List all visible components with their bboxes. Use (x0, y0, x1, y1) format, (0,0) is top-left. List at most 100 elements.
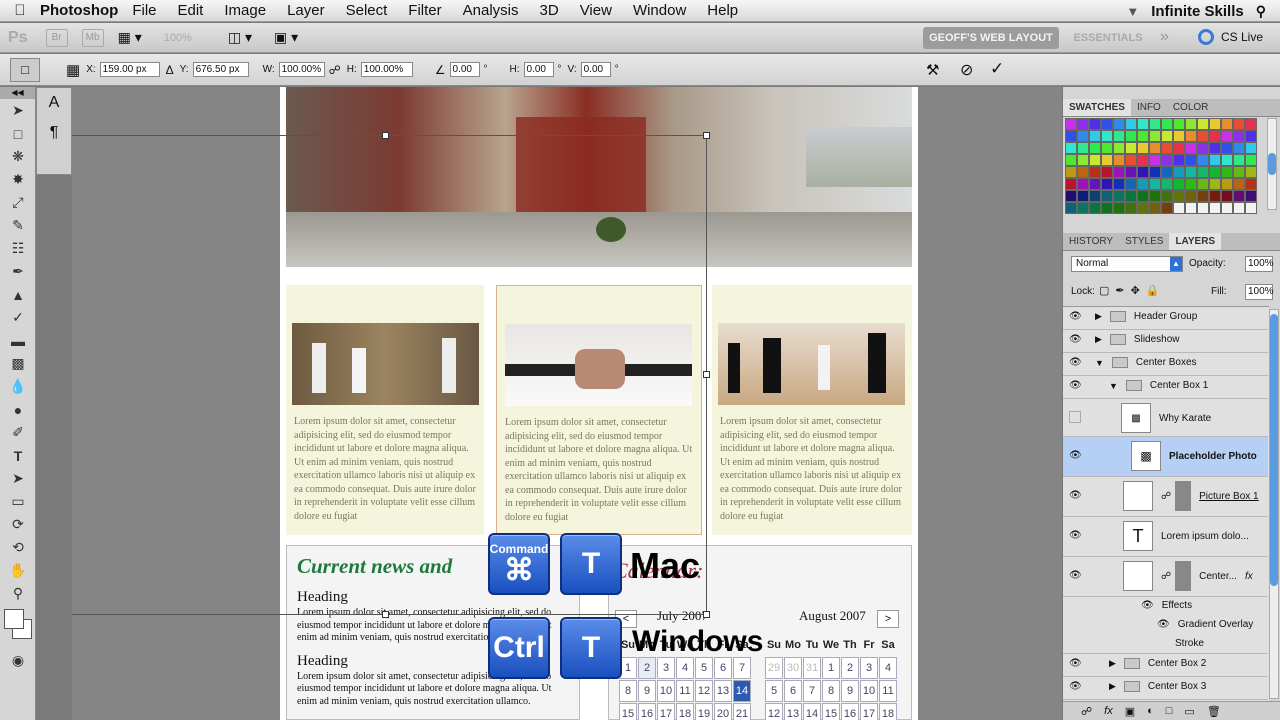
swatch[interactable] (1173, 178, 1185, 190)
menu-view[interactable]: View (580, 2, 612, 19)
swatch[interactable] (1185, 142, 1197, 154)
swatch[interactable] (1197, 154, 1209, 166)
calendar-day[interactable]: 8 (619, 680, 637, 702)
swatch[interactable] (1125, 178, 1137, 190)
swatch[interactable] (1221, 130, 1233, 142)
layer-row[interactable]: 👁 ▶ Center Box 3 (1063, 677, 1268, 700)
calendar-day[interactable]: 10 (860, 680, 878, 702)
swatch[interactable] (1233, 178, 1245, 190)
calendar-day[interactable]: 7 (733, 657, 751, 679)
transform-handle[interactable] (703, 371, 710, 378)
swatch[interactable] (1101, 130, 1113, 142)
swatch[interactable] (1161, 202, 1173, 214)
document-canvas[interactable]: Lorem ipsum dolor sit amet, consectetur … (72, 87, 1062, 720)
swatch[interactable] (1065, 142, 1077, 154)
swatch[interactable] (1113, 166, 1125, 178)
eyedropper-tool-icon[interactable]: ✎ (0, 214, 36, 237)
calendar-day[interactable]: 17 (860, 703, 878, 720)
layer-row[interactable]: 👁 ▶ Slideshow (1063, 330, 1268, 353)
swatch[interactable] (1245, 154, 1257, 166)
calendar-day[interactable]: 15 (619, 703, 637, 720)
character-panel-icon[interactable]: A (37, 88, 71, 118)
swatch[interactable] (1185, 130, 1197, 142)
swatch[interactable] (1173, 154, 1185, 166)
dodge-tool-icon[interactable]: ● (0, 398, 36, 421)
new-group-icon[interactable]: □ (1166, 705, 1173, 717)
swatch[interactable] (1197, 190, 1209, 202)
swatch[interactable] (1089, 202, 1101, 214)
visibility-eye-icon[interactable]: 👁 (1069, 570, 1082, 581)
toolbar-collapse-icon[interactable]: ◀◀ (0, 87, 35, 99)
calendar-next-button[interactable]: > (877, 610, 899, 628)
menu-help[interactable]: Help (707, 2, 738, 19)
swatch[interactable] (1137, 202, 1149, 214)
menu-analysis[interactable]: Analysis (463, 2, 519, 19)
swatch[interactable] (1065, 190, 1077, 202)
effect-row[interactable]: Stroke (1063, 635, 1268, 654)
swatch[interactable] (1101, 178, 1113, 190)
add-mask-icon[interactable]: ▣ (1125, 705, 1135, 718)
cslive-button[interactable]: CS Live (1221, 30, 1263, 44)
visibility-eye-empty[interactable] (1069, 411, 1081, 423)
swatch[interactable] (1245, 202, 1257, 214)
visibility-eye-icon[interactable]: 👁 (1069, 450, 1082, 461)
calendar-day[interactable]: 9 (841, 680, 859, 702)
swatch[interactable] (1209, 178, 1221, 190)
calendar-day[interactable]: 16 (841, 703, 859, 720)
swatch[interactable] (1221, 142, 1233, 154)
height-field[interactable]: 100.00% (360, 62, 413, 77)
swatch[interactable] (1161, 142, 1173, 154)
layer-row[interactable]: 👁 T Lorem ipsum dolo... (1063, 517, 1268, 557)
calendar-day[interactable]: 13 (784, 703, 802, 720)
calendar-day[interactable]: 14 (803, 703, 821, 720)
visibility-eye-icon[interactable]: 👁 (1069, 658, 1082, 669)
tab-styles[interactable]: STYLES (1119, 233, 1169, 250)
shape-tool-icon[interactable]: ▭ (0, 490, 36, 513)
swatch[interactable] (1137, 178, 1149, 190)
blur-tool-icon[interactable]: 💧 (0, 375, 36, 398)
swatch[interactable] (1185, 118, 1197, 130)
layer-row[interactable]: 👁 ☍ Picture Box 1 (1063, 477, 1268, 517)
swatch[interactable] (1209, 166, 1221, 178)
swatch[interactable] (1233, 166, 1245, 178)
visibility-eye-icon[interactable]: 👁 (1069, 681, 1082, 692)
swatch[interactable] (1089, 142, 1101, 154)
swatch[interactable] (1233, 202, 1245, 214)
warp-mode-icon[interactable]: ⚒ (926, 61, 939, 79)
more-workspaces-icon[interactable]: » (1160, 28, 1169, 46)
workspace-essentials[interactable]: ESSENTIALS (1068, 27, 1148, 49)
calendar-day[interactable]: 13 (714, 680, 732, 702)
swatch[interactable] (1197, 118, 1209, 130)
hand-tool-icon[interactable]: ✋ (0, 559, 36, 582)
x-field[interactable]: 159.00 px (99, 62, 160, 77)
swatch[interactable] (1197, 130, 1209, 142)
swatch[interactable] (1089, 166, 1101, 178)
swatch[interactable] (1173, 190, 1185, 202)
swatch[interactable] (1101, 142, 1113, 154)
layer-row[interactable]: 👁 ▼ Center Boxes (1063, 353, 1268, 376)
transform-handle[interactable] (703, 132, 710, 139)
swatch[interactable] (1125, 154, 1137, 166)
tab-info[interactable]: INFO (1131, 99, 1167, 116)
path-selection-tool-icon[interactable]: ➤ (0, 467, 36, 490)
calendar-day[interactable]: 18 (879, 703, 897, 720)
swatch[interactable] (1209, 154, 1221, 166)
swatch[interactable] (1245, 190, 1257, 202)
calendar-day-selected[interactable]: 14 (733, 680, 751, 702)
visibility-eye-icon[interactable]: 👁 (1069, 530, 1082, 541)
calendar-day[interactable]: 4 (676, 657, 694, 679)
tab-swatches[interactable]: SWATCHES (1063, 99, 1131, 116)
swatch[interactable] (1089, 178, 1101, 190)
layer-row[interactable]: 👁 ▶ Header Group (1063, 307, 1268, 330)
apple-icon[interactable]:  (0, 2, 40, 19)
swatch[interactable] (1065, 130, 1077, 142)
swatch[interactable] (1137, 190, 1149, 202)
swatch[interactable] (1209, 142, 1221, 154)
calendar-day[interactable]: 21 (733, 703, 751, 720)
swatch[interactable] (1077, 166, 1089, 178)
quick-selection-tool-icon[interactable]: ✸ (0, 168, 36, 191)
swatch[interactable] (1245, 118, 1257, 130)
swatch[interactable] (1137, 118, 1149, 130)
swatch[interactable] (1125, 166, 1137, 178)
history-brush-tool-icon[interactable]: ✓ (0, 306, 36, 329)
